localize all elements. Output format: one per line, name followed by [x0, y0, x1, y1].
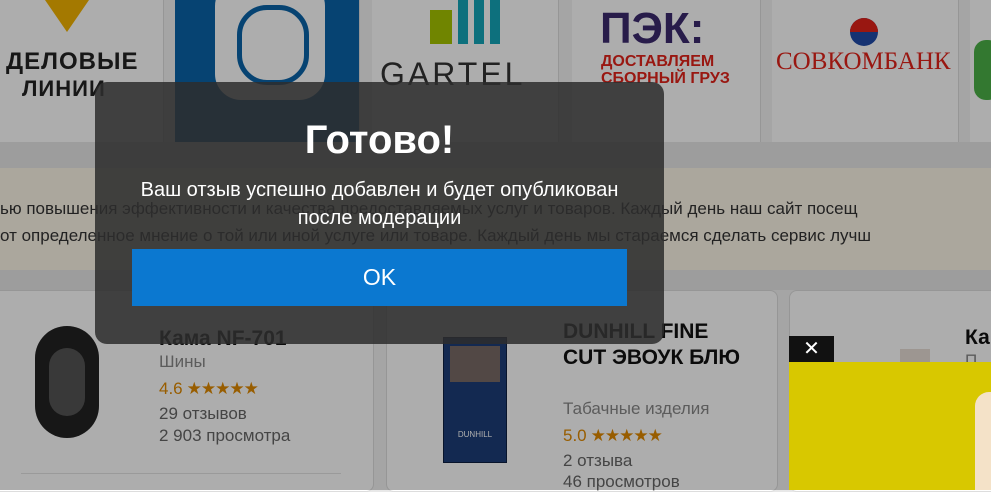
dialog-message: Ваш отзыв успешно добавлен и будет опубл… — [140, 179, 619, 229]
ad-image — [975, 392, 991, 490]
dialog-title: Готово! — [304, 118, 455, 162]
ad-banner[interactable] — [789, 362, 991, 490]
ok-button[interactable]: OK — [132, 249, 627, 306]
ad-close-icon[interactable]: ✕ — [789, 336, 834, 362]
success-dialog: Готово! Ваш отзыв успешно добавлен и буд… — [95, 82, 664, 344]
